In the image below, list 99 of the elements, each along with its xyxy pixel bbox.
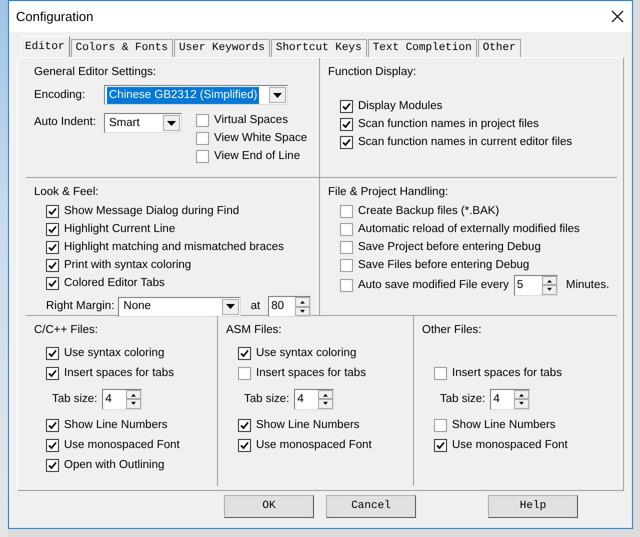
checkbox-label: Highlight Current Line <box>64 222 176 237</box>
checkbox[interactable] <box>238 346 251 360</box>
checkbox-label: Insert spaces for tabs <box>452 366 562 381</box>
tab[interactable]: Editor <box>20 36 70 57</box>
window-title: Configuration <box>16 8 94 26</box>
tab[interactable]: User Keywords <box>174 39 270 57</box>
spin-up-icon[interactable] <box>318 390 334 400</box>
checkbox[interactable] <box>434 438 447 452</box>
field-label: Tab size: <box>52 392 98 407</box>
tab[interactable]: Colors & Fonts <box>70 39 174 57</box>
checkbox[interactable] <box>434 418 447 432</box>
spin-box[interactable]: 4 <box>490 388 530 410</box>
checkbox[interactable] <box>340 240 353 254</box>
tab[interactable]: Other <box>478 39 521 57</box>
checkbox-label: Show Line Numbers <box>452 418 556 433</box>
checkbox[interactable] <box>340 258 353 272</box>
section-heading: Function Display: <box>328 65 418 80</box>
dropdown[interactable]: None <box>118 296 241 317</box>
checkbox[interactable] <box>340 100 353 113</box>
close-icon[interactable] <box>611 10 624 23</box>
checkbox-label: Show Line Numbers <box>64 418 168 433</box>
checkbox-label: Virtual Spaces <box>214 112 288 128</box>
checkbox[interactable] <box>46 418 59 432</box>
checkbox-label: Colored Editor Tabs <box>64 276 165 291</box>
spin-up-icon[interactable] <box>514 390 530 400</box>
checkbox-label: Save Files before entering Debug <box>358 258 530 273</box>
section-heading: General Editor Settings: <box>34 65 158 80</box>
spin-box[interactable]: 4 <box>294 388 334 410</box>
checkbox-label: Create Backup files (*.BAK) <box>358 204 500 219</box>
field-label: Auto Indent: <box>34 115 98 130</box>
checkbox-label: Use syntax coloring <box>64 346 164 361</box>
checkbox[interactable] <box>340 222 353 236</box>
checkbox[interactable] <box>238 366 251 380</box>
checkbox-label: Show Line Numbers <box>256 418 360 433</box>
checkbox[interactable] <box>46 222 59 236</box>
spin-box[interactable]: 80 <box>268 296 311 318</box>
ok-button[interactable]: OK <box>224 495 314 518</box>
checkbox-label: Open with Outlining <box>64 458 164 473</box>
field-label: Minutes. <box>566 278 610 293</box>
checkbox[interactable] <box>340 278 353 292</box>
dropdown[interactable]: Chinese GB2312 (Simplified) <box>104 85 288 106</box>
checkbox[interactable] <box>46 276 59 290</box>
checkbox-label: Scan function names in current editor files <box>358 134 572 150</box>
checkbox[interactable] <box>46 346 59 360</box>
checkbox-label: Show Message Dialog during Find <box>64 204 240 219</box>
checkbox[interactable] <box>46 438 59 452</box>
checkbox-label: Use syntax coloring <box>256 346 356 361</box>
checkbox-label: View End of Line <box>214 148 300 164</box>
spin-down-icon[interactable] <box>318 399 334 409</box>
tab[interactable]: Shortcut Keys <box>270 39 367 57</box>
section-heading: Look & Feel: <box>34 185 100 200</box>
checkbox-label: View White Space <box>214 130 308 146</box>
section-heading: Other Files: <box>422 323 482 338</box>
field-label: Tab size: <box>440 392 486 407</box>
checkbox-label: Auto save modified File every <box>358 278 509 293</box>
checkbox-label: Scan function names in project files <box>358 116 539 132</box>
spin-up-icon[interactable] <box>295 297 310 307</box>
section-heading: C/C++ Files: <box>34 323 99 338</box>
checkbox-label: Insert spaces for tabs <box>64 366 174 381</box>
checkbox-label: Use monospaced Font <box>64 438 180 453</box>
spin-box[interactable]: 5 <box>514 274 558 296</box>
checkbox-label: Highlight matching and mismatched braces <box>64 240 284 255</box>
spin-down-icon[interactable] <box>542 285 557 295</box>
checkbox[interactable] <box>238 418 251 432</box>
spin-down-icon[interactable] <box>126 399 142 409</box>
spin-up-icon[interactable] <box>542 276 557 286</box>
field-label: Encoding: <box>34 88 86 103</box>
spin-up-icon[interactable] <box>126 390 142 400</box>
spin-box[interactable]: 4 <box>102 388 142 410</box>
checkbox[interactable] <box>46 204 59 218</box>
checkbox[interactable] <box>238 438 251 452</box>
cancel-button[interactable]: Cancel <box>326 495 416 518</box>
field-label: Right Margin: <box>46 299 114 314</box>
checkbox[interactable] <box>46 258 59 272</box>
checkbox[interactable] <box>196 132 209 145</box>
checkbox-label: Print with syntax coloring <box>64 258 192 273</box>
checkbox-label: Use monospaced Font <box>256 438 372 453</box>
tab[interactable]: Text Completion <box>368 39 477 57</box>
checkbox-label: Insert spaces for tabs <box>256 366 366 381</box>
field-label: Tab size: <box>244 392 290 407</box>
checkbox[interactable] <box>46 240 59 254</box>
section-heading: ASM Files: <box>226 323 283 338</box>
dropdown[interactable]: Smart <box>104 113 182 134</box>
spin-down-icon[interactable] <box>514 399 530 409</box>
checkbox-label: Use monospaced Font <box>452 438 568 453</box>
section-heading: File & Project Handling: <box>328 185 450 200</box>
checkbox[interactable] <box>340 204 353 218</box>
checkbox[interactable] <box>196 150 209 163</box>
checkbox-label: Save Project before entering Debug <box>358 240 541 255</box>
checkbox[interactable] <box>340 118 353 131</box>
checkbox[interactable] <box>340 136 353 149</box>
checkbox[interactable] <box>46 458 59 472</box>
checkbox[interactable] <box>196 114 209 127</box>
checkbox-label: Automatic reload of externally modified files <box>358 222 580 237</box>
checkbox[interactable] <box>434 366 447 380</box>
checkbox-label: Display Modules <box>358 98 442 114</box>
field-label: at <box>250 299 260 314</box>
help-button[interactable]: Help <box>488 495 578 518</box>
checkbox[interactable] <box>46 366 59 380</box>
